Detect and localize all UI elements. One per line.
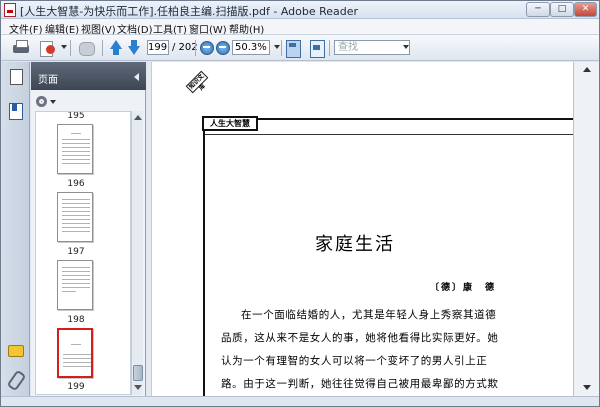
menu-document[interactable]: 文档(D) [117, 21, 153, 36]
chapter-title: 家庭生活 [315, 234, 395, 255]
scroll-up-icon[interactable] [134, 115, 142, 120]
zoom-dropdown-icon[interactable] [274, 45, 280, 49]
bookmarks-icon[interactable] [8, 103, 23, 120]
share-dropdown-icon[interactable] [61, 45, 67, 49]
menu-tools[interactable]: 工具(T) [153, 21, 187, 36]
scroll-down-icon[interactable] [134, 385, 142, 390]
toolbar-divider [102, 40, 103, 56]
collapse-panel-icon[interactable] [134, 73, 139, 81]
scroll-down-icon[interactable] [583, 385, 591, 390]
thumbnail-label: 196 [67, 179, 85, 189]
scroll-thumb[interactable] [133, 365, 143, 381]
close-button[interactable]: ✕ [574, 2, 597, 17]
toolbar: 199 / 202 50.3% 查找 [1, 35, 599, 61]
pages-panel-icon[interactable] [8, 69, 23, 85]
header-rule [205, 134, 573, 135]
pdf-file-icon [4, 3, 16, 17]
zoom-level-input[interactable]: 50.3% [232, 40, 270, 55]
menu-help[interactable]: 帮助(H) [229, 21, 264, 36]
zoom-in-icon[interactable] [216, 39, 230, 57]
toolbar-divider [329, 40, 330, 56]
title-bar: [人生大智慧-为快乐而工作].任柏良主编.扫描版.pdf - Adobe Rea… [1, 1, 599, 19]
panel-options-gear-icon[interactable] [35, 95, 56, 109]
attachments-icon[interactable] [8, 371, 22, 387]
thumbnails-list: 195 196 197 198 199 [35, 111, 131, 395]
page-thumbnail-198[interactable] [57, 260, 93, 310]
window-bottom-edge [1, 396, 599, 406]
window-title: [人生大智慧-为快乐而工作].任柏良主编.扫描版.pdf - Adobe Rea… [20, 5, 359, 18]
menu-window[interactable]: 窗口(W) [189, 21, 227, 36]
toolbar-divider [281, 40, 282, 56]
panel-splitter[interactable] [147, 62, 152, 396]
toolbar-divider [70, 40, 71, 56]
comments-icon[interactable] [8, 343, 24, 359]
toolbar-divider [195, 40, 196, 56]
author-line: 〔德〕康 德 [430, 283, 497, 293]
thumbnail-label: 199 [67, 382, 85, 392]
menu-edit[interactable]: 编辑(E) [45, 21, 79, 36]
thumbnail-label: 197 [67, 247, 85, 257]
page-number-input[interactable]: 199 [147, 40, 169, 55]
paragraph-line: 认为一个有理智的女人可以将一个变坏了的男人引上正 [221, 355, 488, 367]
page-thumbnail-197[interactable] [57, 192, 93, 242]
paragraph-line: 路。由于这一判断，她往往觉得自己被用最卑鄙的方式欺 [221, 378, 499, 390]
next-page-icon[interactable] [127, 39, 141, 57]
page-stamp: 知识文库 [185, 70, 209, 94]
menu-bar: 文件(F) 编辑(E) 视图(V) 文档(D) 工具(T) 窗口(W) 帮助(H… [1, 19, 599, 36]
pages-panel: 页面 195 196 197 198 199 [31, 62, 146, 396]
minimize-button[interactable]: ─ [526, 2, 550, 17]
pdf-page: 知识文库 人生大智慧 家庭生活 〔德〕康 德 在一个面临结婚的人，尤其是年轻人身… [180, 62, 573, 396]
menu-file[interactable]: 文件(F) [9, 21, 43, 36]
page-thumbnail-199-selected[interactable] [57, 328, 93, 378]
paragraph-line: 品质，这从来不是女人的事，她将他看得比实际更好。她 [221, 332, 499, 344]
pages-panel-title: 页面 [38, 75, 58, 86]
page-total: / 202 [172, 42, 198, 53]
document-view[interactable]: 知识文库 人生大智慧 家庭生活 〔德〕康 德 在一个面临结婚的人，尤其是年轻人身… [147, 62, 573, 396]
thumbnail-label: 198 [67, 315, 85, 325]
paragraph-line: 在一个面临结婚的人，尤其是年轻人身上秀察其道德 [241, 309, 497, 321]
adobe-reader-window: [人生大智慧-为快乐而工作].任柏良主编.扫描版.pdf - Adobe Rea… [0, 0, 600, 407]
scroll-up-icon[interactable] [583, 67, 591, 72]
print-icon[interactable] [13, 39, 29, 57]
search-dropdown-icon[interactable] [403, 45, 409, 49]
page-thumbnail-196[interactable] [57, 124, 93, 174]
navigation-strip [1, 62, 30, 396]
page-header: 人生大智慧 [202, 116, 258, 131]
search-input[interactable]: 查找 [334, 40, 410, 55]
share-document-icon[interactable] [39, 39, 59, 57]
pages-panel-header: 页面 [31, 62, 146, 90]
fit-page-icon[interactable] [286, 39, 301, 58]
previous-page-icon[interactable] [109, 39, 123, 57]
fit-width-icon[interactable] [310, 39, 325, 58]
thumbnails-scrollbar[interactable] [131, 111, 143, 395]
thumbnail-label: 195 [67, 111, 85, 121]
menu-view[interactable]: 视图(V) [81, 21, 116, 36]
document-scrollbar[interactable] [573, 62, 599, 396]
hand-tool-icon[interactable] [77, 39, 95, 57]
zoom-out-icon[interactable] [200, 39, 214, 57]
maximize-button[interactable]: □ [550, 2, 574, 17]
